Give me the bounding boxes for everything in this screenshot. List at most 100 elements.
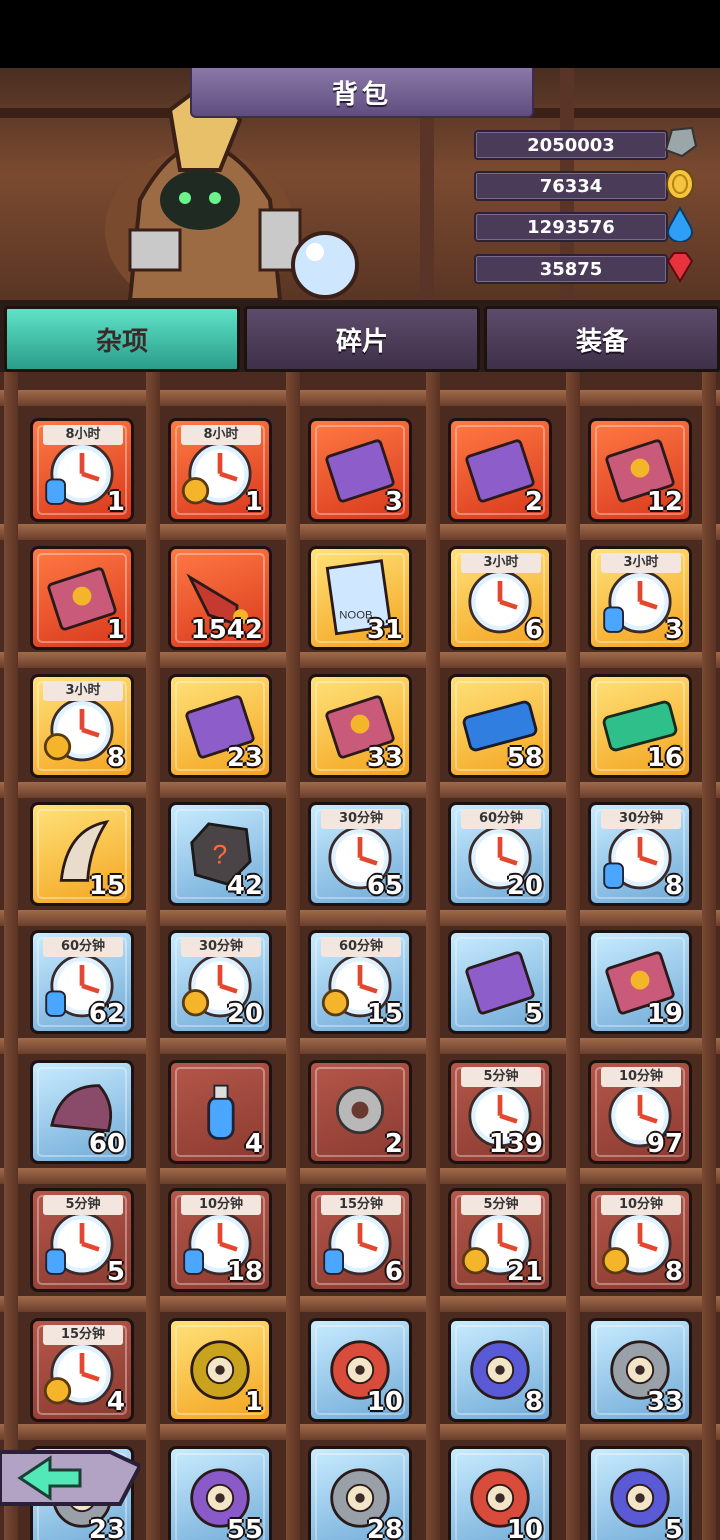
shelf-plank <box>0 524 720 540</box>
shelf-post <box>4 372 18 1540</box>
duration-tag: 30分钟 <box>601 809 681 829</box>
shelf-post <box>286 372 300 1540</box>
inventory-item[interactable]: 12 <box>588 418 692 522</box>
duration-tag: 10分钟 <box>601 1195 681 1215</box>
duration-tag: 5分钟 <box>43 1195 123 1215</box>
tab-fragments[interactable]: 碎片 <box>244 306 480 372</box>
inventory-item[interactable]: 5 <box>448 930 552 1034</box>
inventory-item[interactable]: 1 <box>30 546 134 650</box>
duration-tag: 60分钟 <box>461 809 541 829</box>
inventory-item[interactable]: 3小时 3 <box>588 546 692 650</box>
currency-stone: 2050003 <box>474 130 668 160</box>
item-quantity: 1 <box>244 487 263 517</box>
item-quantity: 15 <box>366 999 403 1029</box>
inventory-item[interactable]: 33 <box>588 1318 692 1422</box>
inventory-item[interactable]: 30分钟 8 <box>588 802 692 906</box>
currency-gold: 76334 <box>474 171 668 201</box>
inventory-item[interactable]: 60分钟 15 <box>308 930 412 1034</box>
item-quantity: 62 <box>88 999 125 1029</box>
inventory-item[interactable]: 5分钟 5 <box>30 1188 134 1292</box>
inventory-item[interactable]: 60分钟 62 <box>30 930 134 1034</box>
inventory-item[interactable]: 30分钟 20 <box>168 930 272 1034</box>
item-quantity: 8 <box>664 871 683 901</box>
item-quantity: 6 <box>384 1257 403 1287</box>
item-quantity: 139 <box>488 1129 543 1159</box>
shelf-post <box>146 372 160 1540</box>
inventory-item[interactable]: 3小时 6 <box>448 546 552 650</box>
inventory-item[interactable]: 30分钟 65 <box>308 802 412 906</box>
back-arrow-icon[interactable] <box>0 1446 140 1510</box>
inventory-item[interactable]: 55 <box>168 1446 272 1540</box>
item-quantity: 5 <box>664 1515 683 1540</box>
item-quantity: 20 <box>506 871 543 901</box>
inventory-item[interactable]: 10分钟 18 <box>168 1188 272 1292</box>
inventory-item[interactable]: 23 <box>168 674 272 778</box>
inventory-item[interactable]: 4 <box>168 1060 272 1164</box>
item-quantity: 16 <box>646 743 683 773</box>
item-quantity: 1542 <box>190 615 263 645</box>
inventory-item[interactable]: 28 <box>308 1446 412 1540</box>
item-quantity: 23 <box>88 1515 125 1540</box>
duration-tag: 60分钟 <box>321 937 401 957</box>
tab-misc[interactable]: 杂项 <box>4 306 240 372</box>
shelf-plank <box>0 652 720 668</box>
inventory-item[interactable]: 15分钟 6 <box>308 1188 412 1292</box>
category-tabs: 杂项 碎片 装备 <box>0 300 720 372</box>
inventory-item[interactable]: 3小时 8 <box>30 674 134 778</box>
item-quantity: 8 <box>106 743 125 773</box>
inventory-item[interactable]: 10 <box>448 1446 552 1540</box>
shelf-post <box>426 372 440 1540</box>
inventory-item[interactable]: 10分钟 8 <box>588 1188 692 1292</box>
inventory-item[interactable]: 60 <box>30 1060 134 1164</box>
duration-tag: 5分钟 <box>461 1195 541 1215</box>
inventory-item[interactable]: 33 <box>308 674 412 778</box>
item-quantity: 2 <box>524 487 543 517</box>
inventory-item[interactable]: NOOB 31 <box>308 546 412 650</box>
item-quantity: 10 <box>366 1387 403 1417</box>
duration-tag: 8小时 <box>181 425 261 445</box>
item-quantity: 33 <box>646 1387 683 1417</box>
inventory-item[interactable]: 16 <box>588 674 692 778</box>
inventory-item[interactable]: 8小时 1 <box>30 418 134 522</box>
item-quantity: 12 <box>646 487 683 517</box>
currency-water: 1293576 <box>474 212 668 242</box>
duration-tag: 15分钟 <box>321 1195 401 1215</box>
inventory-item[interactable]: 8小时 1 <box>168 418 272 522</box>
duration-tag: 30分钟 <box>181 937 261 957</box>
inventory-item[interactable]: 1542 <box>168 546 272 650</box>
inventory-item[interactable]: 2 <box>448 418 552 522</box>
inventory-item[interactable]: 60分钟 20 <box>448 802 552 906</box>
duration-tag: 3小时 <box>461 553 541 573</box>
item-quantity: 3 <box>664 615 683 645</box>
inventory-item[interactable]: 58 <box>448 674 552 778</box>
stone-icon <box>664 126 698 158</box>
item-quantity: 10 <box>506 1515 543 1540</box>
inventory-item[interactable]: 2 <box>308 1060 412 1164</box>
inventory-item[interactable]: 1 <box>168 1318 272 1422</box>
inventory-item[interactable]: 5 <box>588 1446 692 1540</box>
shelf-plank <box>0 1168 720 1184</box>
inventory-item[interactable]: 8 <box>448 1318 552 1422</box>
currency-gem: 35875 <box>474 254 668 284</box>
duration-tag: 8小时 <box>43 425 123 445</box>
tab-equipment[interactable]: 装备 <box>484 306 720 372</box>
inventory-grid[interactable]: 8小时 1 8小时 1 3 2 12 1 1542 NOOB 31 3小时 6 3小时 3 3小时 8 23 33 5… <box>0 372 720 1540</box>
inventory-item[interactable]: 10 <box>308 1318 412 1422</box>
item-quantity: 8 <box>664 1257 683 1287</box>
inventory-item[interactable]: 3 <box>308 418 412 522</box>
inventory-item[interactable]: 15 <box>30 802 134 906</box>
inventory-item[interactable]: 15分钟 4 <box>30 1318 134 1422</box>
shelf-plank <box>0 1424 720 1440</box>
inventory-item[interactable]: 5分钟 139 <box>448 1060 552 1164</box>
shelf-plank <box>0 1038 720 1054</box>
inventory-item[interactable]: 5分钟 21 <box>448 1188 552 1292</box>
item-quantity: 33 <box>366 743 403 773</box>
svg-text:?: ? <box>212 839 227 869</box>
item-quantity: 21 <box>506 1257 543 1287</box>
red-gem-icon <box>666 252 694 283</box>
inventory-item[interactable]: ? 42 <box>168 802 272 906</box>
shelf-plank <box>0 390 720 406</box>
inventory-item[interactable]: 10分钟 97 <box>588 1060 692 1164</box>
inventory-item[interactable]: 19 <box>588 930 692 1034</box>
item-quantity: 1 <box>106 615 125 645</box>
